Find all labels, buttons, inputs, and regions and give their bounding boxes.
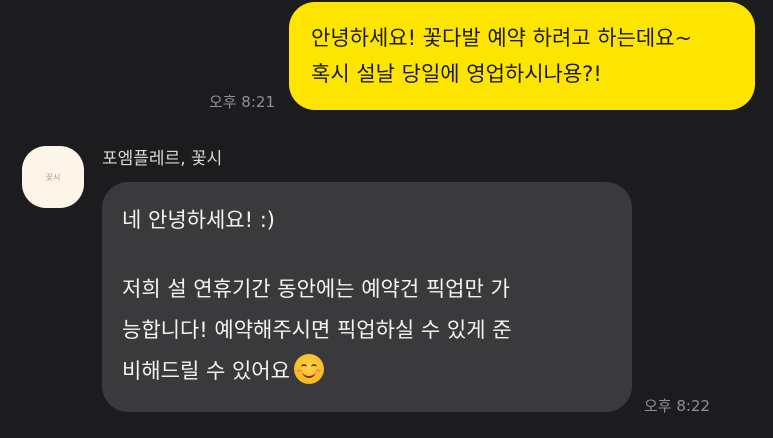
chat-view: 오후 8:21 안녕하세요! 꽃다발 예약 하려고 하는데요~ 혹시 설날 당일… xyxy=(0,0,773,438)
incoming-message-line: 네 안녕하세요! :) xyxy=(122,208,275,232)
outgoing-message-line: 안녕하세요! 꽃다발 예약 하려고 하는데요~ xyxy=(311,26,693,50)
sender-name: 포엠플레르, 꽃시 xyxy=(102,149,223,169)
outgoing-message-bubble[interactable]: 안녕하세요! 꽃다발 예약 하려고 하는데요~ 혹시 설날 당일에 영업하시나용… xyxy=(289,2,755,110)
outgoing-message-line: 혹시 설날 당일에 영업하시나용?! xyxy=(311,62,602,86)
avatar-logo-text: 꽃시 xyxy=(45,172,61,182)
incoming-message-text: 비해드릴 수 있어요 xyxy=(122,359,290,383)
incoming-message-bubble[interactable]: 네 안녕하세요! :) 저희 설 연휴기간 동안에는 예약건 픽업만 가 능합니… xyxy=(102,182,632,412)
smiling-face-emoji-icon xyxy=(293,354,324,384)
outgoing-message-time: 오후 8:21 xyxy=(208,93,275,111)
incoming-message-time: 오후 8:22 xyxy=(644,397,711,415)
incoming-message-line: 저희 설 연휴기간 동안에는 예약건 픽업만 가 xyxy=(122,277,510,301)
incoming-message-line: 능합니다! 예약해주시면 픽업하실 수 있게 준 xyxy=(122,318,512,342)
incoming-message-last-line: 비해드릴 수 있어요 xyxy=(122,351,612,392)
outgoing-message-row: 오후 8:21 안녕하세요! 꽃다발 예약 하려고 하는데요~ 혹시 설날 당일… xyxy=(208,2,755,111)
shop-logo-icon: 꽃시 xyxy=(46,173,61,182)
incoming-message-spacer xyxy=(122,241,612,269)
incoming-message-row: 네 안녕하세요! :) 저희 설 연휴기간 동안에는 예약건 픽업만 가 능합니… xyxy=(102,182,710,415)
sender-avatar[interactable]: 꽃시 xyxy=(22,146,84,208)
